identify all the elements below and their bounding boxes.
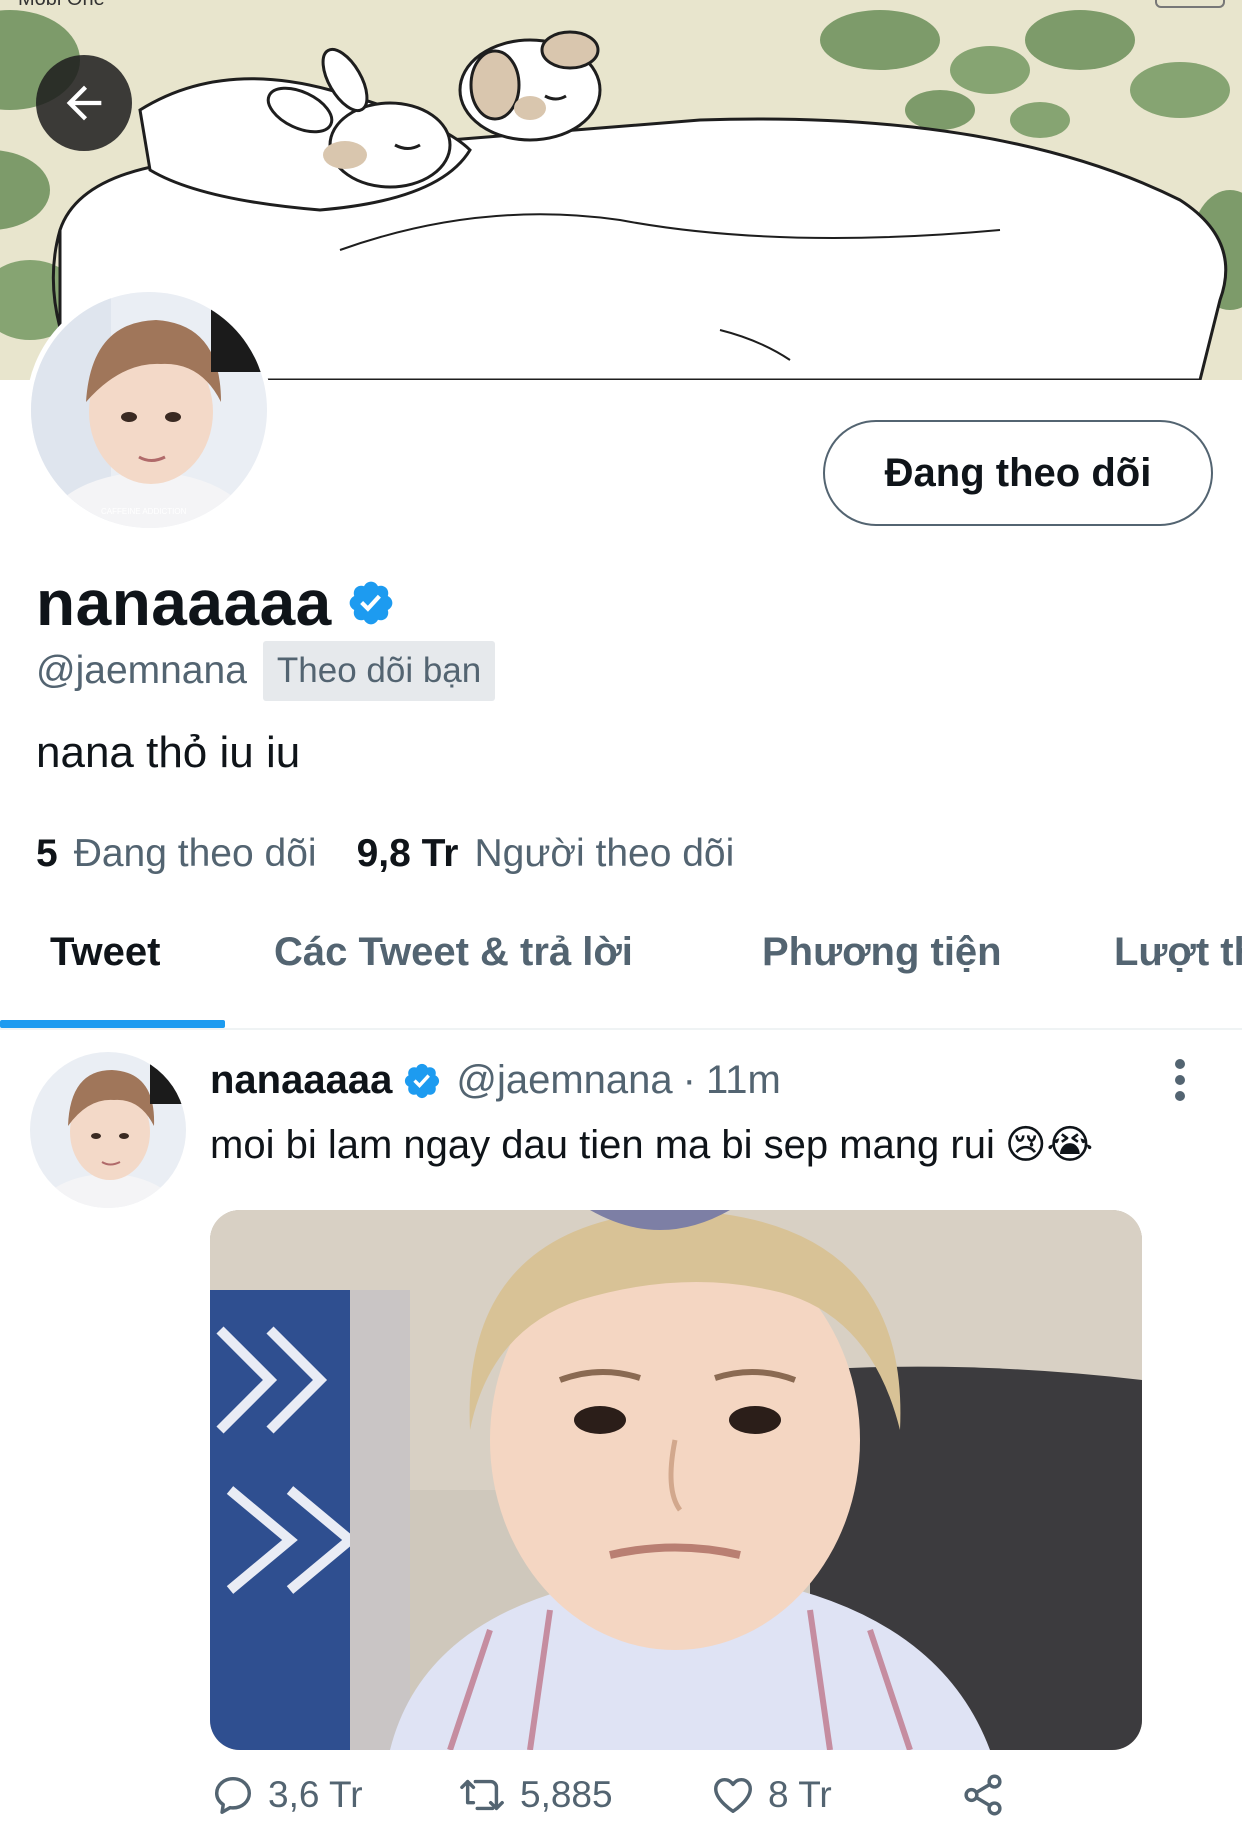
followers-label: Người theo dõi bbox=[474, 832, 735, 875]
profile-display-name: nanaaaaa bbox=[36, 566, 396, 640]
reply-bubble-icon bbox=[214, 1776, 252, 1814]
profile-avatar[interactable]: CAFFEINE ADDICTION bbox=[26, 287, 272, 533]
reply-count: 3,6 Tr bbox=[268, 1774, 363, 1815]
followers-stat[interactable]: 9,8 Tr Người theo dõi bbox=[357, 832, 735, 876]
following-stat[interactable]: 5 Đang theo dõi bbox=[36, 832, 317, 876]
profile-handle: @jaemnana bbox=[36, 649, 247, 692]
arrow-left-icon bbox=[66, 85, 102, 121]
tweet-text-content: moi bi lam ngay dau tien ma bi sep mang … bbox=[210, 1122, 995, 1167]
tab-tweets-and-replies[interactable]: Các Tweet & trả lời bbox=[274, 930, 633, 975]
tweet-author-name[interactable]: nanaaaaa bbox=[210, 1058, 392, 1103]
share-button[interactable] bbox=[960, 1772, 1018, 1818]
retweet-count: 5,885 bbox=[520, 1774, 613, 1815]
tweet-emoji: 😢😭 bbox=[1004, 1123, 1094, 1167]
like-button[interactable]: 8 Tr bbox=[710, 1772, 832, 1818]
following-count: 5 bbox=[36, 832, 58, 875]
verified-badge-icon bbox=[349, 581, 393, 625]
retweet-button[interactable]: 5,885 bbox=[458, 1772, 613, 1818]
carrier-label: Mobi One bbox=[18, 0, 105, 11]
tweet-time[interactable]: 11m bbox=[706, 1058, 781, 1103]
reply-button[interactable]: 3,6 Tr bbox=[210, 1772, 363, 1818]
verified-badge-icon bbox=[405, 1063, 440, 1098]
tweet-media-image[interactable] bbox=[210, 1210, 1142, 1750]
tweet-avatar-photo bbox=[30, 1052, 186, 1208]
tweet-photo bbox=[210, 1210, 1142, 1750]
tab-likes[interactable]: Lượt thích bbox=[1114, 930, 1242, 975]
heart-icon bbox=[714, 1777, 752, 1814]
share-icon bbox=[964, 1774, 1002, 1816]
profile-tabs: Tweet Các Tweet & trả lời Phương tiện Lư… bbox=[0, 900, 1242, 1030]
like-count: 8 Tr bbox=[768, 1774, 832, 1815]
tweet-header: nanaaaaa @jaemnana · 11m bbox=[210, 1058, 781, 1103]
followers-count: 9,8 Tr bbox=[356, 832, 459, 875]
display-name-text: nanaaaaa bbox=[36, 567, 332, 639]
tab-media[interactable]: Phương tiện bbox=[762, 930, 1002, 975]
tweet-author-avatar[interactable] bbox=[30, 1052, 186, 1208]
avatar-photo: CAFFEINE ADDICTION bbox=[31, 292, 267, 528]
active-tab-indicator bbox=[0, 1020, 225, 1028]
tweet-separator: · bbox=[682, 1058, 696, 1102]
tab-tweets[interactable]: Tweet bbox=[50, 930, 160, 975]
following-label: Đang theo dõi bbox=[73, 832, 317, 875]
handle-row: @jaemnana Theo dõi bạn bbox=[36, 638, 496, 704]
avatar-watermark: CAFFEINE ADDICTION bbox=[101, 507, 187, 516]
retweet-icon bbox=[460, 1779, 504, 1811]
more-vertical-icon[interactable] bbox=[1168, 1058, 1192, 1102]
profile-bio: nana thỏ iu iu bbox=[36, 728, 301, 777]
tweet-text: moi bi lam ngay dau tien ma bi sep mang … bbox=[210, 1122, 1093, 1168]
profile-stats: 5 Đang theo dõi 9,8 Tr Người theo dõi bbox=[36, 832, 734, 876]
tweet-author-handle[interactable]: @jaemnana bbox=[456, 1058, 672, 1103]
back-button[interactable] bbox=[36, 55, 132, 151]
status-bar: Mobi One bbox=[0, 0, 1242, 14]
following-button[interactable]: Đang theo dõi bbox=[823, 420, 1213, 526]
battery-icon bbox=[1155, 0, 1225, 8]
tweet-actions: 3,6 Tr 5,885 8 Tr bbox=[210, 1772, 1110, 1828]
follows-you-badge: Theo dõi bạn bbox=[262, 641, 496, 701]
